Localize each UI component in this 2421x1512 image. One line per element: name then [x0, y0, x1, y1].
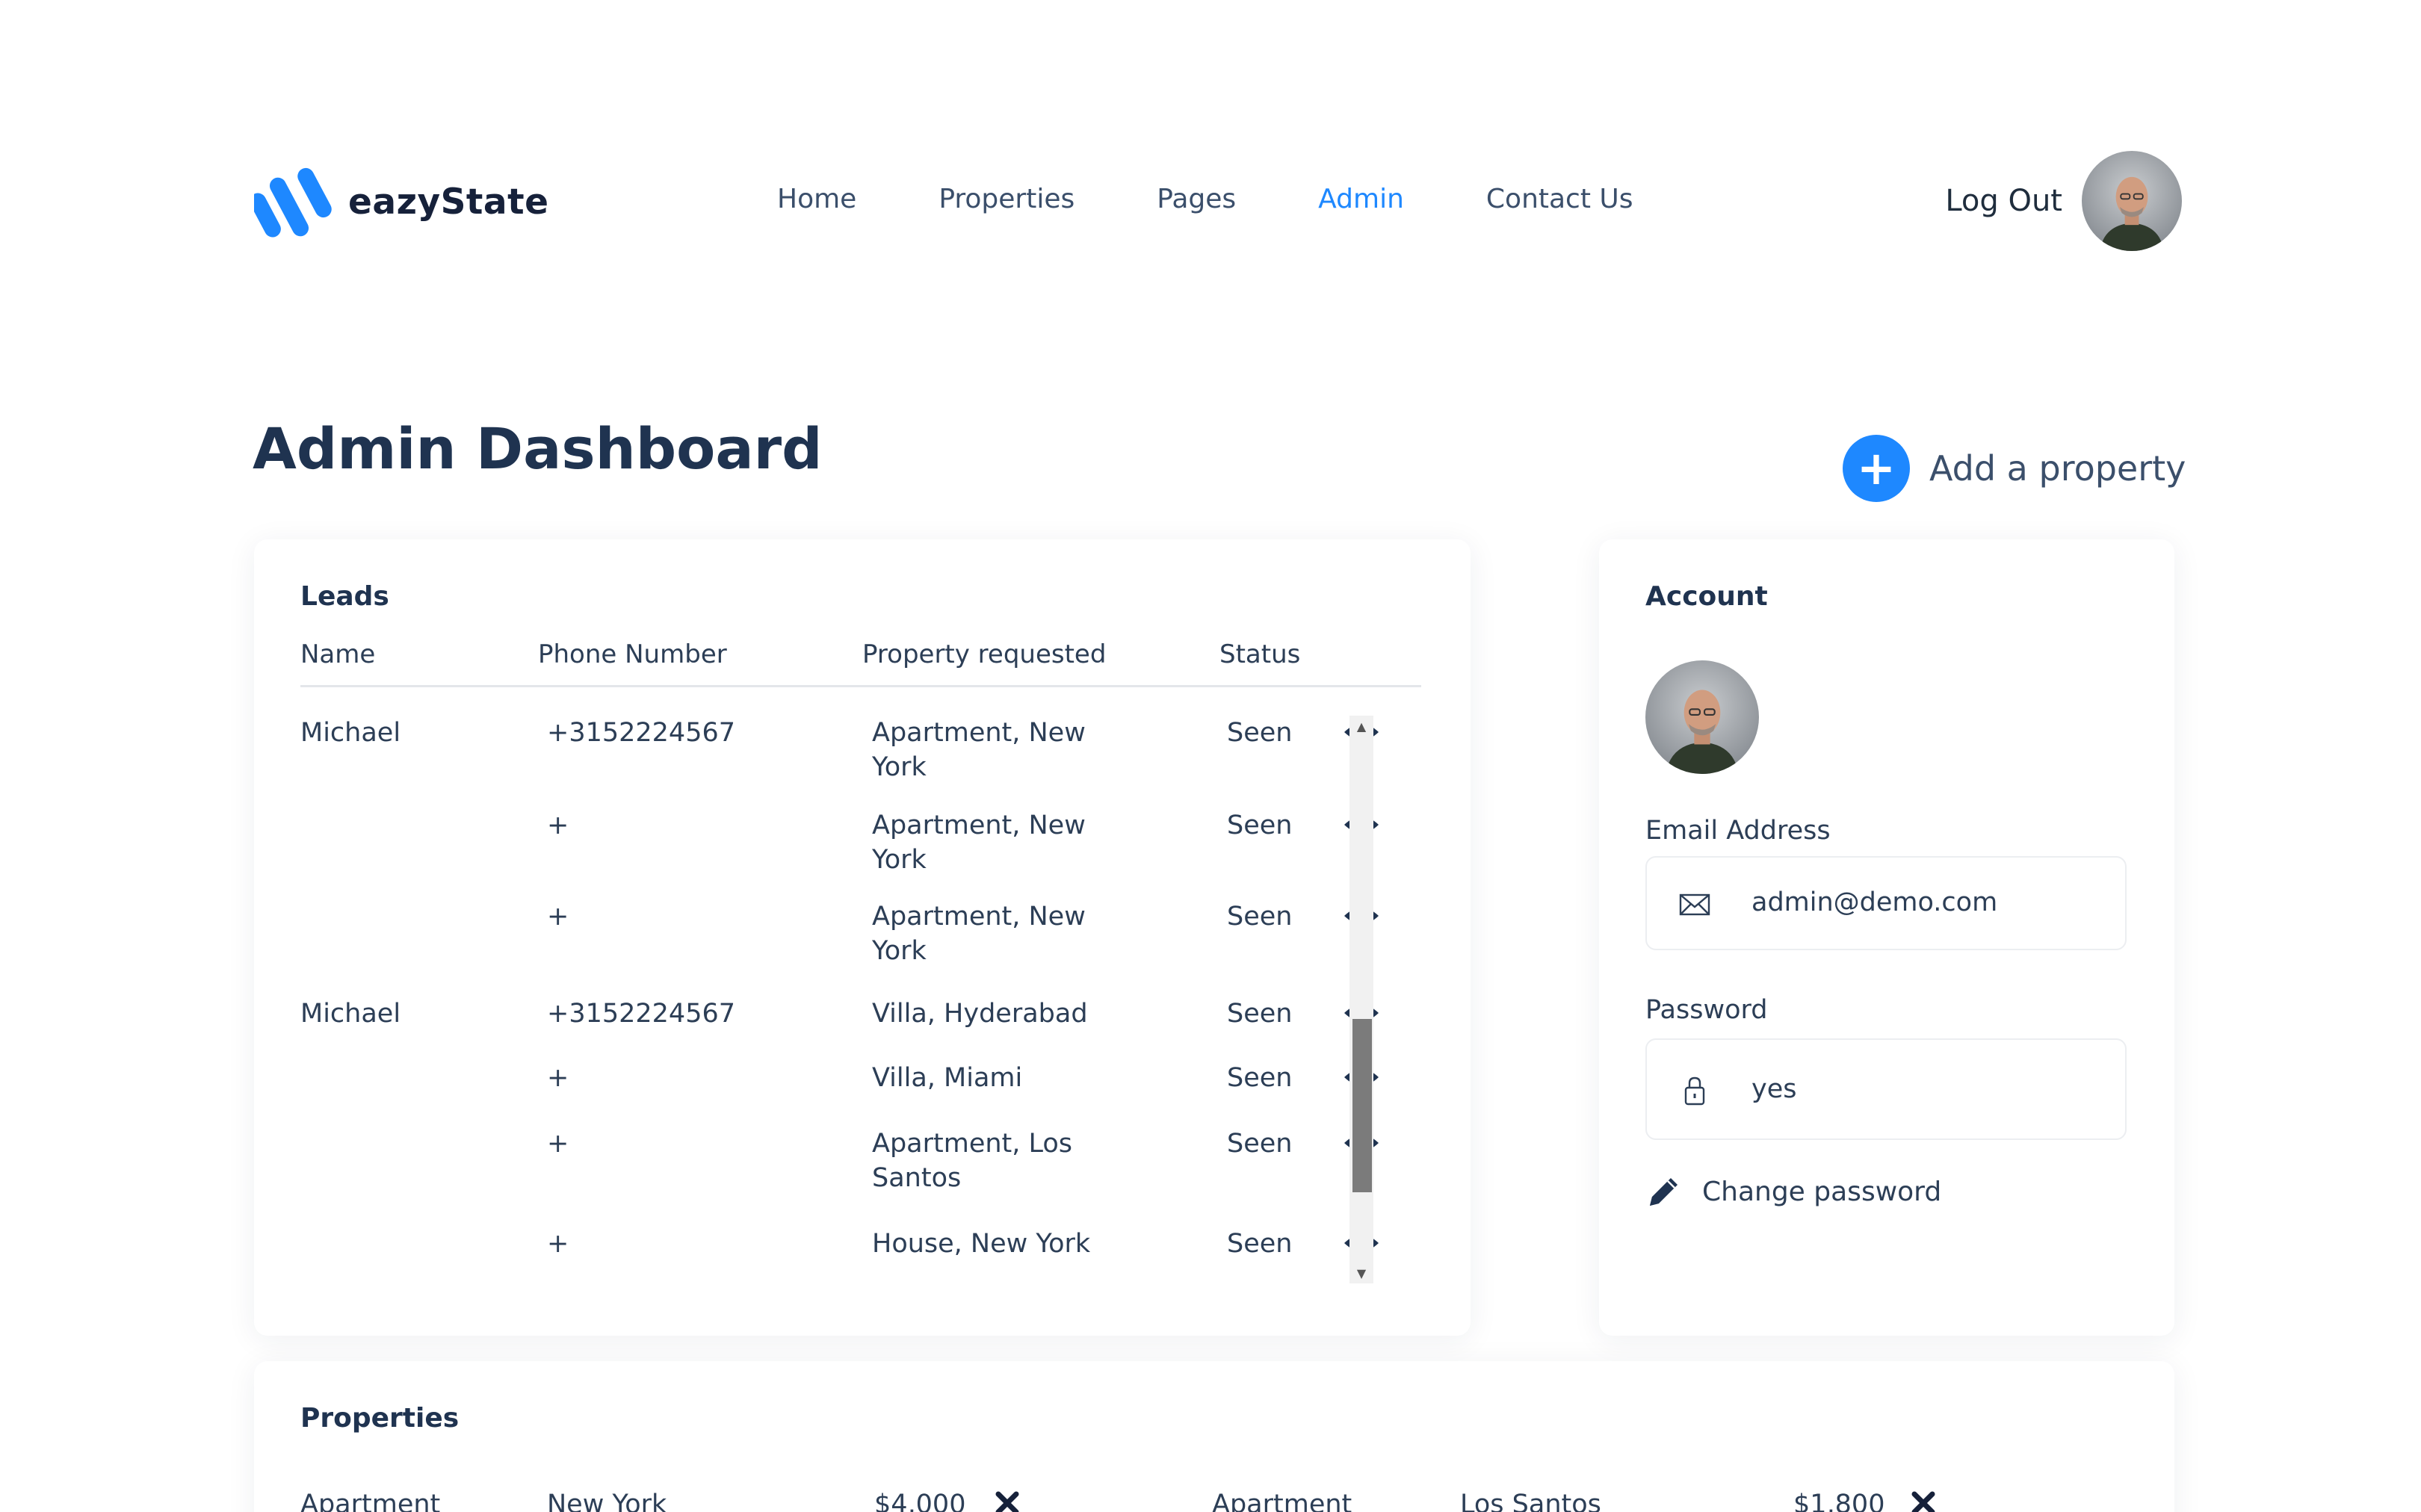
property-location: Los Santos [1460, 1490, 1601, 1512]
properties-card: Properties Apartment New York $4,000 Apa… [254, 1361, 2174, 1512]
lead-status: Seen [1227, 902, 1293, 932]
leads-table-body: Michael +3152224567 Apartment, New York … [300, 716, 1421, 1283]
change-password-label: Change password [1702, 1176, 1942, 1207]
admin-dashboard-page: eazyState Home Properties Pages Admin Co… [0, 0, 2421, 1512]
lead-property: Apartment, New York [872, 718, 1086, 782]
change-password-link[interactable]: Change password [1645, 1173, 1941, 1210]
logout-link[interactable]: Log Out [1945, 184, 2062, 218]
nav-item-contact-us[interactable]: Contact Us [1486, 184, 1633, 214]
user-avatar-image [2082, 151, 2182, 251]
lead-property: Apartment, Los Santos [872, 1129, 1073, 1193]
leads-table-header: Name Phone Number Property requested Sta… [300, 639, 1421, 687]
lead-phone: + [547, 1129, 569, 1159]
nav-item-properties[interactable]: Properties [939, 184, 1075, 214]
column-header-phone[interactable]: Phone Number [538, 639, 727, 669]
email-value: admin@demo.com [1751, 887, 1998, 917]
lead-name: Michael [300, 999, 401, 1029]
password-field[interactable]: yes [1645, 1038, 2127, 1140]
lead-status: Seen [1227, 999, 1293, 1029]
lead-phone: +3152224567 [547, 718, 736, 748]
column-header-property[interactable]: Property requested [862, 639, 1106, 669]
lead-status: Seen [1227, 1129, 1293, 1159]
account-avatar-image [1645, 660, 1759, 774]
property-price: $4,000 [874, 1490, 966, 1512]
scroll-down-arrow-icon[interactable]: ▼ [1349, 1262, 1373, 1283]
email-field[interactable]: admin@demo.com [1645, 856, 2127, 950]
page-title: Admin Dashboard [253, 415, 823, 482]
account-avatar[interactable] [1645, 660, 1759, 774]
user-avatar[interactable] [2082, 151, 2182, 251]
leads-title: Leads [300, 581, 389, 612]
nav-item-home[interactable]: Home [777, 184, 856, 214]
leads-scrollbar[interactable]: ▲ ▼ [1349, 716, 1373, 1283]
main-nav: Home Properties Pages Admin Contact Us [777, 184, 1716, 214]
lead-status: Seen [1227, 718, 1293, 748]
lead-phone: +3152224567 [547, 999, 736, 1029]
brand-name: eazyState [348, 181, 549, 223]
nav-item-pages[interactable]: Pages [1157, 184, 1236, 214]
property-type: Apartment [300, 1490, 441, 1512]
lead-property: Apartment, New York [872, 902, 1086, 966]
account-title: Account [1645, 581, 1768, 612]
column-header-name[interactable]: Name [300, 639, 375, 669]
leads-card: Leads Name Phone Number Property request… [254, 539, 1471, 1336]
lead-phone: + [547, 1229, 569, 1259]
site-header: eazyState Home Properties Pages Admin Co… [254, 151, 2182, 252]
property-price: $1,800 [1793, 1490, 1885, 1512]
property-type: Apartment [1212, 1490, 1352, 1512]
lead-status: Seen [1227, 1229, 1293, 1259]
envelope-icon [1679, 893, 1710, 916]
lead-phone: + [547, 902, 569, 932]
nav-item-admin[interactable]: Admin [1318, 184, 1404, 214]
lead-status: Seen [1227, 1063, 1293, 1093]
lead-property: Villa, Miami [872, 1063, 1023, 1093]
scroll-up-arrow-icon[interactable]: ▲ [1349, 716, 1373, 737]
brand-logo[interactable]: eazyState [254, 164, 548, 239]
brand-logo-icon [254, 167, 332, 238]
add-property-button[interactable]: + Add a property [1843, 435, 2186, 502]
email-label: Email Address [1645, 816, 1831, 846]
lead-status: Seen [1227, 811, 1293, 840]
account-card: Account Email Address admin@demo.com Pas… [1599, 539, 2174, 1336]
lead-phone: + [547, 811, 569, 840]
plus-icon: + [1843, 435, 1910, 502]
lead-phone: + [547, 1063, 569, 1093]
lead-property: Villa, Hyderabad [872, 999, 1088, 1029]
close-icon[interactable] [1908, 1488, 1938, 1512]
lead-property: House, New York [872, 1229, 1091, 1259]
lead-name: Michael [300, 718, 401, 748]
pencil-icon [1650, 1178, 1678, 1206]
properties-title: Properties [300, 1403, 460, 1434]
scrollbar-thumb[interactable] [1352, 1019, 1372, 1192]
password-label: Password [1645, 995, 1768, 1025]
password-value: yes [1751, 1074, 1797, 1104]
close-icon[interactable] [992, 1488, 1022, 1512]
property-location: New York [547, 1490, 667, 1512]
add-property-label: Add a property [1929, 448, 2186, 489]
column-header-status[interactable]: Status [1219, 639, 1300, 669]
lock-icon [1684, 1076, 1705, 1106]
lead-property: Apartment, New York [872, 811, 1086, 875]
